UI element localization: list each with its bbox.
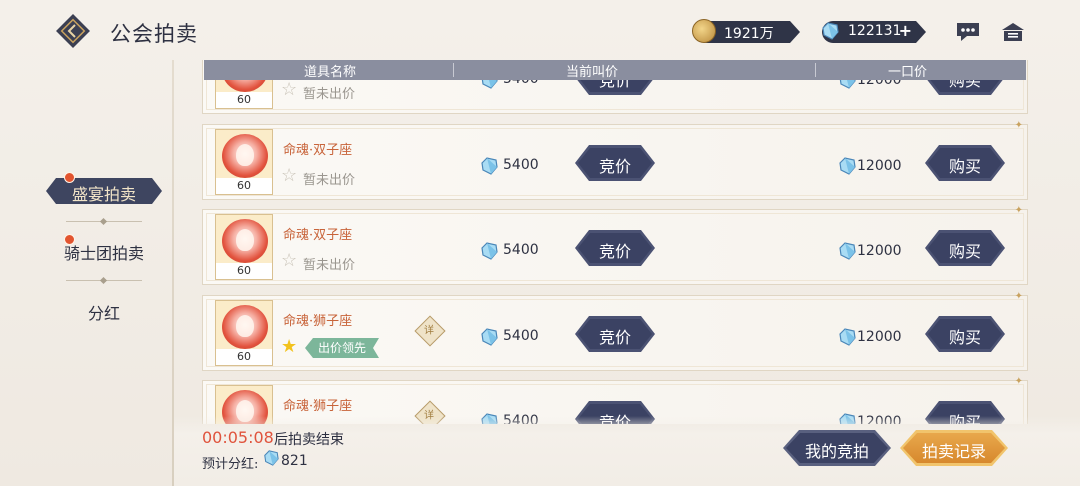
- sidebar-separator: [66, 280, 142, 281]
- item-name: 命魂·狮子座: [283, 399, 353, 414]
- bid-button-label: 竞价: [598, 157, 631, 176]
- crystal-icon: [822, 22, 839, 40]
- star-icon: ☆: [281, 250, 298, 271]
- header: 公会拍卖 1921万 122131 +: [0, 0, 1080, 60]
- corner-ornament-icon: ✦: [1014, 291, 1023, 302]
- star-icon: ☆: [281, 165, 298, 186]
- guild-hall-icon[interactable]: [1000, 20, 1026, 44]
- gold-currency: 1921万: [692, 19, 800, 43]
- sidebar-item-dividend[interactable]: 分红: [46, 300, 162, 324]
- bid-button-label: 竞价: [598, 242, 631, 261]
- crystal-icon: [481, 242, 498, 260]
- sidebar-item-label: 盛宴拍卖: [71, 185, 136, 204]
- table-header: 道具名称 当前叫价 一口价: [204, 60, 1026, 80]
- column-header-current-bid: 当前叫价: [566, 65, 619, 80]
- crystal-icon: [481, 328, 498, 346]
- dividend-label: 预计分红:: [202, 457, 259, 472]
- item-quantity: 60: [216, 92, 272, 108]
- item-name: 命魂·双子座: [283, 228, 353, 243]
- table-row: ✦ 60 命魂·双子座 ☆ 暂未出价 5400 竞价 12000 购买: [202, 205, 1028, 285]
- buy-button[interactable]: 购买: [925, 230, 1005, 266]
- buy-button-label: 购买: [948, 157, 981, 176]
- detail-icon[interactable]: 详: [414, 315, 446, 347]
- buyout-price: 12000: [857, 329, 902, 345]
- detail-label: 详: [423, 325, 434, 337]
- bid-button[interactable]: 竞价: [575, 230, 655, 266]
- notification-dot: [64, 172, 75, 183]
- crystal-icon: [839, 157, 856, 175]
- gold-amount: 1921万: [724, 26, 774, 42]
- countdown-suffix: 后拍卖结束: [274, 432, 344, 448]
- table-row: ✦ 60 命魂·狮子座 ★ 出价领先 详 5400 竞价 12000 购买: [202, 291, 1028, 371]
- crystal-currency: 122131 +: [822, 21, 926, 43]
- notification-dot: [64, 234, 75, 245]
- item-name: 命魂·狮子座: [283, 314, 353, 329]
- current-bid-price: 5400: [503, 242, 539, 258]
- auction-records-button[interactable]: 拍卖记录: [900, 430, 1008, 466]
- item-slot[interactable]: 60: [215, 214, 273, 280]
- bid-button[interactable]: 竞价: [575, 145, 655, 181]
- bid-button-label: 竞价: [598, 328, 631, 347]
- crystal-icon: [839, 242, 856, 260]
- soul-item-icon: [222, 219, 268, 263]
- item-slot[interactable]: 60: [215, 300, 273, 366]
- bid-status: 暂未出价: [303, 173, 356, 188]
- soul-item-icon: [222, 305, 268, 349]
- bid-button[interactable]: 竞价: [575, 316, 655, 352]
- current-bid-price: 5400: [503, 328, 539, 344]
- buyout-price: 12000: [857, 243, 902, 259]
- page-title: 公会拍卖: [110, 22, 198, 46]
- chat-icon[interactable]: [955, 20, 981, 44]
- item-quantity: 60: [216, 349, 272, 365]
- sidebar-item-feast-auction[interactable]: 盛宴拍卖: [46, 178, 162, 204]
- my-bids-label: 我的竞拍: [804, 442, 869, 461]
- crystal-icon: [481, 157, 498, 175]
- column-header-item-name: 道具名称: [304, 65, 357, 80]
- sidebar-separator: [66, 221, 142, 222]
- current-bid-price: 5400: [503, 157, 539, 173]
- buy-button[interactable]: 购买: [925, 145, 1005, 181]
- buyout-price: 12000: [857, 158, 902, 174]
- soul-item-icon: [222, 134, 268, 178]
- countdown-timer: 00:05:08: [202, 428, 274, 447]
- add-icon[interactable]: +: [899, 21, 912, 40]
- corner-ornament-icon: ✦: [1014, 205, 1023, 216]
- item-quantity: 60: [216, 178, 272, 194]
- dividend-value: 821: [281, 453, 308, 469]
- star-icon: ☆: [281, 79, 298, 100]
- crystal-icon: [839, 328, 856, 346]
- auction-records-label: 拍卖记录: [921, 442, 986, 461]
- crystal-icon: [264, 450, 279, 466]
- buy-button-label: 购买: [948, 242, 981, 261]
- bid-status: 暂未出价: [303, 258, 356, 273]
- buy-button-label: 购买: [948, 328, 981, 347]
- item-slot[interactable]: 60: [215, 129, 273, 195]
- auction-list[interactable]: ✦ 60 ☆ 暂未出价 5400 竞价 12000 购买 ✦ 60 命魂·双子座 ☆ 暂未出价 5400 竞…: [200, 60, 1030, 424]
- crystal-amount: 122131: [848, 23, 902, 39]
- my-bids-button[interactable]: 我的竞拍: [783, 430, 891, 466]
- gold-coin-icon: [692, 19, 716, 43]
- bid-status: 暂未出价: [303, 87, 356, 102]
- back-icon[interactable]: [54, 12, 92, 50]
- corner-ornament-icon: ✦: [1014, 376, 1023, 387]
- corner-ornament-icon: ✦: [1014, 120, 1023, 131]
- table-row: ✦ 60 命魂·双子座 ☆ 暂未出价 5400 竞价 12000 购买: [202, 120, 1028, 200]
- star-icon: ★: [281, 336, 298, 357]
- bid-leading-badge: 出价领先: [305, 338, 379, 358]
- buy-button[interactable]: 购买: [925, 316, 1005, 352]
- column-header-buyout: 一口价: [888, 65, 928, 80]
- item-name: 命魂·双子座: [283, 143, 353, 158]
- sidebar-item-knight-auction[interactable]: 骑士团拍卖: [46, 240, 162, 264]
- item-quantity: 60: [216, 263, 272, 279]
- sidebar: [0, 60, 172, 486]
